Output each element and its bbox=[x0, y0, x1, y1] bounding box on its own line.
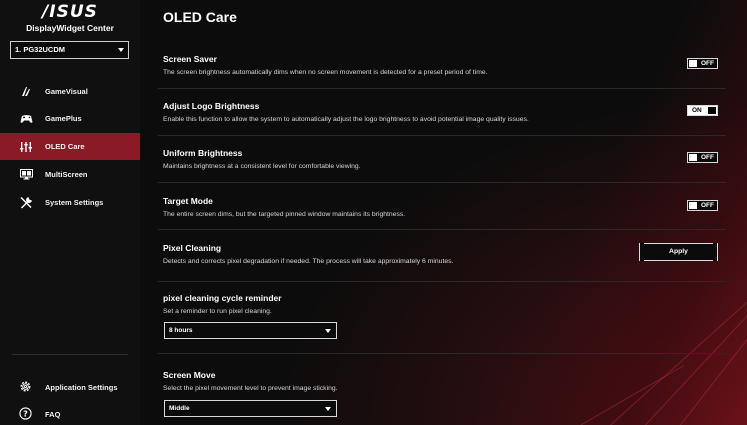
setting-description: Select the pixel movement level to preve… bbox=[163, 385, 338, 392]
row-divider bbox=[158, 281, 726, 282]
asus-logo: /ISUS bbox=[42, 2, 98, 22]
setting-title: Uniform Brightness bbox=[163, 148, 243, 158]
logo-brightness-toggle[interactable]: ON bbox=[687, 105, 718, 116]
toggle-state: OFF bbox=[701, 60, 714, 67]
svg-text:?: ? bbox=[23, 409, 28, 418]
screen-move-select[interactable]: Middle bbox=[164, 400, 337, 417]
faq-link[interactable]: ? FAQ bbox=[0, 404, 140, 424]
sidebar-item-gamevisual[interactable]: GameVisual bbox=[0, 78, 140, 105]
main-panel: OLED Care Screen Saver The screen bright… bbox=[140, 0, 747, 425]
setting-description: Set a reminder to run pixel cleaning. bbox=[163, 308, 272, 315]
uniform-brightness-setting: Uniform Brightness Maintains brightness … bbox=[163, 148, 735, 171]
page-title: OLED Care bbox=[163, 9, 237, 25]
monitor-select[interactable]: 1. PG32UCDM bbox=[10, 41, 129, 59]
chevron-down-icon bbox=[325, 329, 331, 333]
row-divider bbox=[158, 135, 726, 136]
sidebar-item-label: OLED Care bbox=[45, 142, 85, 151]
sidebar-item-label: GamePlus bbox=[45, 114, 82, 123]
footer-item-label: FAQ bbox=[45, 409, 61, 419]
gamevisual-icon bbox=[19, 86, 33, 98]
app-title: DisplayWidget Center bbox=[26, 23, 114, 33]
row-divider bbox=[158, 353, 726, 354]
toggle-state: ON bbox=[692, 107, 702, 114]
setting-description: Maintains brightness at a consistent lev… bbox=[163, 163, 361, 170]
setting-title: Target Mode bbox=[163, 196, 213, 206]
monitor-select-value: 1. PG32UCDM bbox=[15, 45, 66, 54]
chevron-down-icon bbox=[325, 407, 331, 411]
apply-button[interactable]: Apply bbox=[639, 243, 718, 261]
footer-item-label: Application Settings bbox=[45, 382, 118, 392]
sidebar-item-oled-care[interactable]: OLED Care bbox=[0, 133, 140, 160]
toggle-knob bbox=[689, 60, 697, 67]
toggle-knob bbox=[689, 202, 697, 209]
gear-icon bbox=[19, 380, 33, 394]
cleaning-reminder-setting: pixel cleaning cycle reminder Set a remi… bbox=[163, 293, 735, 316]
reminder-interval-select[interactable]: 8 hours bbox=[164, 322, 337, 339]
screen-saver-setting: Screen Saver The screen brightness autom… bbox=[163, 54, 735, 77]
sidebar: /ISUS DisplayWidget Center 1. PG32UCDM G… bbox=[0, 0, 140, 425]
setting-description: The entire screen dims, but the targeted… bbox=[163, 211, 406, 218]
screen-move-setting: Screen Move Select the pixel movement le… bbox=[163, 370, 735, 393]
oled-care-icon bbox=[19, 141, 33, 153]
sidebar-item-label: GameVisual bbox=[45, 87, 88, 96]
setting-description: Enable this function to allow the system… bbox=[163, 116, 529, 123]
select-value: 8 hours bbox=[169, 327, 193, 334]
sidebar-item-gameplus[interactable]: GamePlus bbox=[0, 105, 140, 132]
setting-title: Adjust Logo Brightness bbox=[163, 101, 260, 111]
toggle-knob bbox=[708, 107, 716, 114]
tools-icon bbox=[19, 197, 33, 209]
decor-line bbox=[609, 297, 747, 425]
setting-title: Screen Saver bbox=[163, 54, 217, 64]
toggle-knob bbox=[689, 154, 697, 161]
screen-saver-toggle[interactable]: OFF bbox=[687, 58, 718, 69]
application-settings-link[interactable]: Application Settings bbox=[0, 377, 140, 397]
app-window: /ISUS DisplayWidget Center 1. PG32UCDM G… bbox=[0, 0, 747, 425]
chevron-down-icon bbox=[118, 48, 124, 52]
sidebar-divider bbox=[12, 354, 128, 355]
decor-line bbox=[644, 300, 747, 425]
setting-title: Screen Move bbox=[163, 370, 216, 380]
logo-brightness-setting: Adjust Logo Brightness Enable this funct… bbox=[163, 101, 735, 124]
sidebar-item-label: System Settings bbox=[45, 198, 104, 207]
setting-description: The screen brightness automatically dims… bbox=[163, 69, 488, 76]
multiscreen-icon bbox=[19, 169, 33, 181]
row-divider bbox=[158, 88, 726, 89]
target-mode-setting: Target Mode The entire screen dims, but … bbox=[163, 196, 735, 219]
uniform-brightness-toggle[interactable]: OFF bbox=[687, 152, 718, 163]
sidebar-item-label: MultiScreen bbox=[45, 170, 88, 179]
toggle-state: OFF bbox=[701, 154, 714, 161]
select-value: Middle bbox=[169, 405, 190, 412]
question-icon: ? bbox=[19, 407, 33, 421]
brand: /ISUS DisplayWidget Center bbox=[0, 2, 140, 34]
row-divider bbox=[158, 182, 726, 183]
row-divider bbox=[158, 229, 726, 230]
toggle-state: OFF bbox=[701, 202, 714, 209]
sidebar-item-system-settings[interactable]: System Settings bbox=[0, 189, 140, 216]
target-mode-toggle[interactable]: OFF bbox=[687, 200, 718, 211]
gamepad-icon bbox=[19, 113, 33, 125]
sidebar-item-multiscreen[interactable]: MultiScreen bbox=[0, 161, 140, 188]
setting-title: pixel cleaning cycle reminder bbox=[163, 293, 282, 303]
